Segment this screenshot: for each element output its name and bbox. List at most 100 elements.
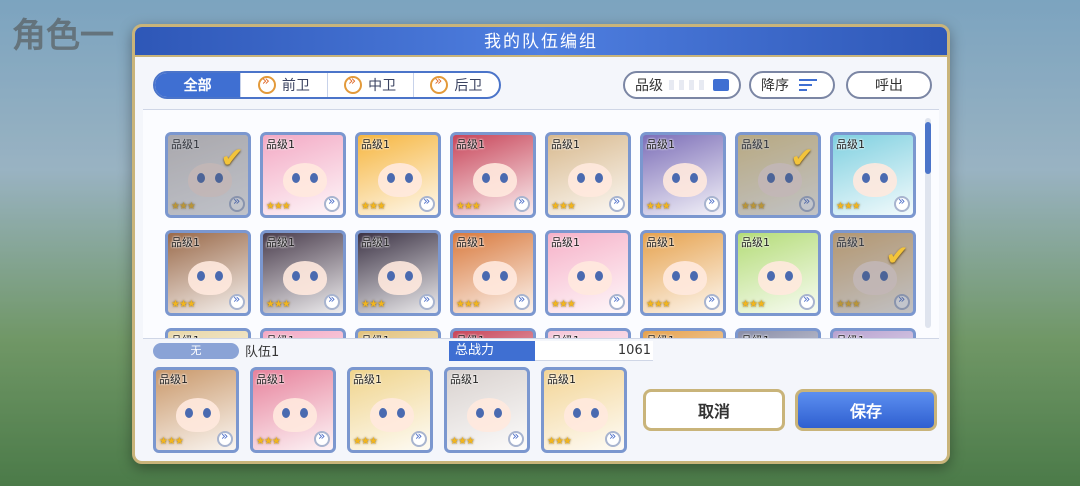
card-level: 品级1 <box>171 138 200 151</box>
card-detail-arrow-icon[interactable] <box>229 292 245 310</box>
card-detail-arrow-icon[interactable] <box>799 194 815 212</box>
card-level: 品级1 <box>741 138 770 151</box>
card-stars: ★★★ <box>456 201 481 212</box>
card-detail-arrow-icon[interactable] <box>508 429 524 447</box>
sort-by-dropdown[interactable]: 品级 <box>623 71 741 99</box>
character-card[interactable]: 品级1 ★★★ <box>444 367 530 453</box>
character-portrait <box>378 261 422 295</box>
character-card[interactable]: 品级1 ★★★ ✔ <box>735 132 821 218</box>
roster-row: 品级1 品级1 品级1 品级1 品级1 品级1 品级1 品级1 <box>165 328 916 338</box>
card-detail-arrow-icon[interactable] <box>514 292 530 310</box>
card-detail-arrow-icon[interactable] <box>324 194 340 212</box>
sort-order-label: 降序 <box>761 78 789 94</box>
team-tag-badge: 无 <box>153 343 239 359</box>
character-card[interactable]: 品级1 <box>165 328 251 338</box>
character-card[interactable]: 品级1 <box>830 328 916 338</box>
filter-tab-0[interactable]: 全部 <box>155 73 241 97</box>
character-card[interactable]: 品级1 ★★★ <box>545 230 631 316</box>
roster-row: 品级1 ★★★ 品级1 ★★★ 品级1 ★★★ 品级1 ★★★ 品级1 ★★★ 品级1 ★★★ 品级1 ★… <box>165 230 916 316</box>
roster-scrollbar[interactable] <box>925 118 931 328</box>
character-card[interactable]: 品级1 ★★★ <box>640 132 726 218</box>
card-detail-arrow-icon[interactable] <box>411 429 427 447</box>
card-level: 品级1 <box>266 236 295 249</box>
character-card[interactable]: 品级1 ★★★ <box>250 367 336 453</box>
card-detail-arrow-icon[interactable] <box>419 194 435 212</box>
character-portrait <box>663 261 707 295</box>
character-card[interactable]: 品级1 <box>545 328 631 338</box>
character-card[interactable]: 品级1 ★★★ <box>355 230 441 316</box>
sort-lines-icon <box>799 79 817 91</box>
character-card[interactable]: 品级1 <box>355 328 441 338</box>
card-detail-arrow-icon[interactable] <box>324 292 340 310</box>
card-detail-arrow-icon[interactable] <box>217 429 233 447</box>
card-level: 品级1 <box>551 332 580 338</box>
filter-tab-3[interactable]: 后卫 <box>412 73 499 97</box>
total-power-label: 总战力 <box>449 341 535 361</box>
total-power-value: 1061 <box>617 343 651 358</box>
card-level: 品级1 <box>361 236 390 249</box>
character-card[interactable]: 品级1 ★★★ <box>165 230 251 316</box>
character-card[interactable]: 品级1 <box>640 328 726 338</box>
filter-tab-1[interactable]: 前卫 <box>240 73 326 97</box>
cancel-button[interactable]: 取消 <box>643 389 785 431</box>
card-detail-arrow-icon[interactable] <box>419 292 435 310</box>
card-detail-arrow-icon[interactable] <box>609 194 625 212</box>
character-card[interactable]: 品级1 <box>260 328 346 338</box>
team-info-bar: 无 队伍1 总战力 1061 <box>153 341 933 361</box>
character-card[interactable]: 品级1 <box>450 328 536 338</box>
character-card[interactable]: 品级1 ★★★ <box>545 132 631 218</box>
card-level: 品级1 <box>266 332 295 338</box>
character-card[interactable]: 品级1 ★★★ <box>450 132 536 218</box>
card-detail-arrow-icon[interactable] <box>514 194 530 212</box>
card-level: 品级1 <box>353 373 382 386</box>
card-stars: ★★★ <box>450 436 475 447</box>
card-level: 品级1 <box>741 236 770 249</box>
card-stars: ★★★ <box>171 299 196 310</box>
card-level: 品级1 <box>171 332 200 338</box>
character-card[interactable]: 品级1 ★★★ <box>830 132 916 218</box>
card-level: 品级1 <box>256 373 285 386</box>
callout-button[interactable]: 呼出 <box>846 71 932 99</box>
save-button[interactable]: 保存 <box>795 389 937 431</box>
card-detail-arrow-icon[interactable] <box>894 292 910 310</box>
card-detail-arrow-icon[interactable] <box>704 292 720 310</box>
character-portrait <box>273 398 317 432</box>
card-level: 品级1 <box>646 138 675 151</box>
card-detail-arrow-icon[interactable] <box>314 429 330 447</box>
character-card[interactable]: 品级1 ★★★ <box>640 230 726 316</box>
checkmark-icon: ✔ <box>220 141 244 174</box>
character-card[interactable]: 品级1 ★★★ <box>450 230 536 316</box>
filter-tab-label: 前卫 <box>281 78 310 94</box>
character-card[interactable]: 品级1 ★★★ <box>260 230 346 316</box>
character-card[interactable]: 品级1 ★★★ ✔ <box>830 230 916 316</box>
character-portrait <box>564 398 608 432</box>
character-card[interactable]: 品级1 ★★★ <box>347 367 433 453</box>
character-card[interactable]: 品级1 ★★★ <box>355 132 441 218</box>
character-card[interactable]: 品级1 ★★★ <box>260 132 346 218</box>
sort-by-value-placeholder <box>669 80 707 90</box>
character-card[interactable]: 品级1 ★★★ ✔ <box>165 132 251 218</box>
card-detail-arrow-icon[interactable] <box>799 292 815 310</box>
character-card[interactable]: 品级1 ★★★ <box>735 230 821 316</box>
position-middle-icon <box>344 74 363 94</box>
card-detail-arrow-icon[interactable] <box>894 194 910 212</box>
sort-order-button[interactable]: 降序 <box>749 71 835 99</box>
filter-tab-label: 后卫 <box>454 78 483 94</box>
team-formation-dialog: 我的队伍编组 全部前卫中卫后卫 品级 降序 呼出 品级1★★★✔品级1★★★品级… <box>132 24 950 464</box>
card-detail-arrow-icon[interactable] <box>229 194 245 212</box>
card-detail-arrow-icon[interactable] <box>605 429 621 447</box>
card-stars: ★★★ <box>171 201 196 212</box>
card-level: 品级1 <box>456 236 485 249</box>
card-stars: ★★★ <box>266 201 291 212</box>
filter-tab-2[interactable]: 中卫 <box>326 73 413 97</box>
character-portrait <box>370 398 414 432</box>
character-card[interactable]: 品级1 <box>735 328 821 338</box>
character-card[interactable]: 品级1 ★★★ <box>541 367 627 453</box>
card-detail-arrow-icon[interactable] <box>704 194 720 212</box>
filter-tab-label: 全部 <box>183 78 212 94</box>
card-stars: ★★★ <box>256 436 281 447</box>
card-detail-arrow-icon[interactable] <box>609 292 625 310</box>
card-level: 品级1 <box>171 236 200 249</box>
card-level: 品级1 <box>361 138 390 151</box>
character-card[interactable]: 品级1 ★★★ <box>153 367 239 453</box>
